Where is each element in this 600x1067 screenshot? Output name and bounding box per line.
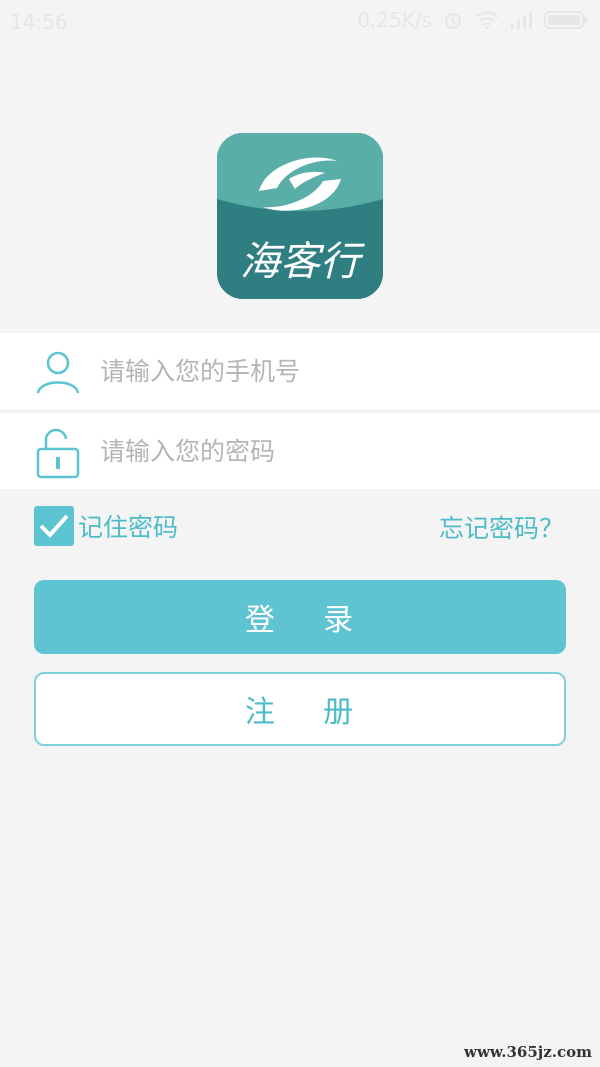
battery-icon — [544, 10, 588, 30]
password-field-row — [0, 413, 600, 489]
remember-checkbox[interactable] — [34, 506, 74, 546]
check-icon — [39, 514, 69, 538]
login-button-label: 登 录 — [244, 603, 356, 638]
register-button-label: 注 册 — [244, 695, 356, 730]
password-input[interactable] — [100, 431, 560, 471]
watermark: www.365jz.com — [464, 1043, 592, 1061]
user-icon — [34, 347, 82, 395]
register-button[interactable]: 注 册 — [34, 672, 566, 746]
network-speed: 0.25K/s — [357, 8, 432, 32]
alarm-icon — [442, 9, 464, 31]
login-button[interactable]: 登 录 — [34, 580, 566, 654]
unlock-icon — [34, 427, 82, 479]
wifi-icon — [474, 10, 500, 30]
status-right-group: 0.25K/s — [357, 8, 588, 32]
remember-password-toggle[interactable]: 记住密码 — [34, 505, 178, 547]
forgot-password-link[interactable]: 忘记密码？ — [439, 509, 564, 545]
remember-label: 记住密码 — [78, 513, 179, 542]
logo-text: 海客行 — [240, 239, 365, 285]
status-bar: 14:56 0.25K/s — [0, 0, 600, 44]
signal-icon — [510, 11, 534, 29]
app-logo-graphic: 海客行 — [217, 133, 383, 299]
app-logo: 海客行 — [217, 133, 383, 299]
status-time: 14:56 — [10, 10, 68, 34]
phone-field-row — [0, 333, 600, 409]
phone-input[interactable] — [100, 351, 560, 391]
